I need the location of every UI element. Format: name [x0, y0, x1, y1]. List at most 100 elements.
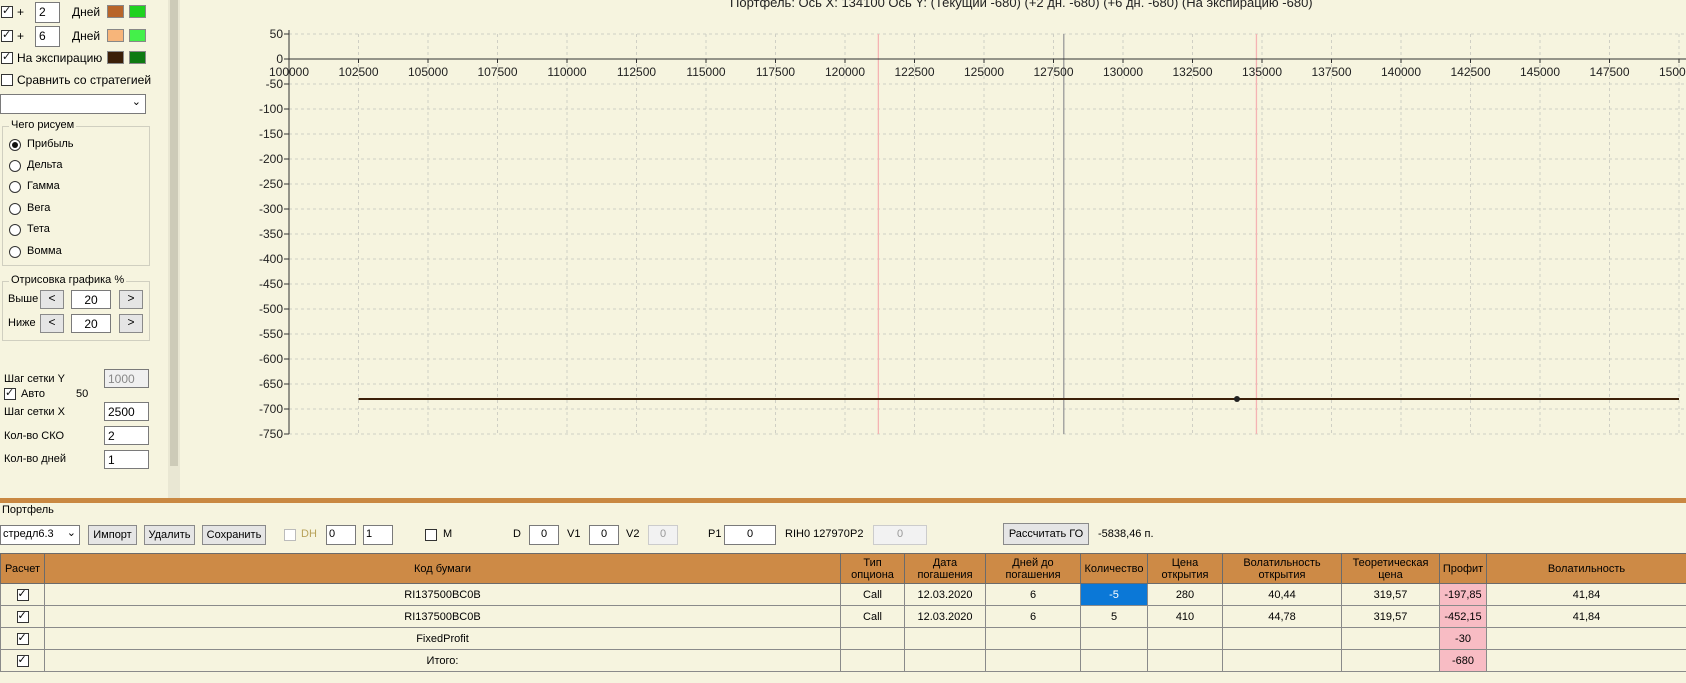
open-vol-cell[interactable]: [1222, 649, 1342, 672]
v2-input[interactable]: 0: [648, 525, 678, 545]
scrollbar-thumb[interactable]: [170, 0, 178, 466]
table-row[interactable]: Итого: -680: [0, 649, 1686, 672]
grid-y-input[interactable]: 1000: [104, 369, 149, 388]
import-button[interactable]: Импорт: [88, 525, 137, 545]
col-header-days-to-expiry[interactable]: Дней до погашения: [985, 553, 1081, 584]
days-cell[interactable]: 6: [985, 605, 1081, 628]
calc-checkbox[interactable]: [16, 587, 29, 601]
p1-input[interactable]: 0: [724, 525, 776, 545]
col-header-open-vol[interactable]: Волатильность открытия: [1222, 553, 1342, 584]
open-price-cell[interactable]: [1147, 649, 1223, 672]
vol-cell[interactable]: [1486, 649, 1686, 672]
radio-vega[interactable]: [9, 203, 21, 215]
expiry-date-cell[interactable]: 12.03.2020: [904, 605, 986, 628]
v1-input[interactable]: 0: [589, 525, 619, 545]
open-vol-cell[interactable]: [1222, 627, 1342, 650]
col-header-theo-price[interactable]: Теоретическая цена: [1341, 553, 1440, 584]
open-price-cell[interactable]: [1147, 627, 1223, 650]
radio-theta[interactable]: [9, 224, 21, 236]
dh-spinner-1[interactable]: 0: [326, 525, 356, 545]
col-header-expiry-date[interactable]: Дата погашения: [904, 553, 986, 584]
radio-vomma[interactable]: [9, 246, 21, 258]
table-row[interactable]: RI137500BC0B Call 12.03.2020 6 -5 280 40…: [0, 583, 1686, 606]
expiry-color-current[interactable]: [107, 51, 124, 64]
m-checkbox[interactable]: [425, 529, 437, 541]
auto-checkbox[interactable]: [4, 386, 16, 400]
above-decrease-button[interactable]: <: [40, 290, 64, 309]
days-count-input[interactable]: 1: [104, 450, 149, 469]
quantity-cell[interactable]: -5: [1080, 583, 1148, 606]
p2-input[interactable]: 0: [873, 525, 927, 545]
strategy-select[interactable]: стредл6.3 ⌄: [0, 525, 80, 545]
expiry-date-cell[interactable]: [904, 649, 986, 672]
quantity-cell[interactable]: [1080, 649, 1148, 672]
col-header-profit[interactable]: Профит: [1439, 553, 1487, 584]
calc-checkbox[interactable]: [16, 631, 29, 645]
days-6-input[interactable]: 6: [35, 26, 60, 47]
calculate-margin-button[interactable]: Рассчитать ГО: [1003, 523, 1089, 545]
days-2-input[interactable]: 2: [35, 2, 60, 23]
expiry-date-cell[interactable]: [904, 627, 986, 650]
code-cell[interactable]: RI137500BC0B: [44, 583, 841, 606]
radio-delta[interactable]: [9, 160, 21, 172]
type-cell[interactable]: Call: [840, 605, 905, 628]
theo-price-cell[interactable]: [1341, 649, 1440, 672]
col-header-calc[interactable]: Расчет: [0, 553, 45, 584]
open-vol-cell[interactable]: 44,78: [1222, 605, 1342, 628]
days-cell[interactable]: 6: [985, 583, 1081, 606]
code-cell[interactable]: RI137500BC0B: [44, 605, 841, 628]
days-cell[interactable]: [985, 649, 1081, 672]
grid-x-input[interactable]: 2500: [104, 402, 149, 421]
open-price-cell[interactable]: 280: [1147, 583, 1223, 606]
compare-strategy-select[interactable]: ⌄: [0, 94, 146, 114]
calc-cell[interactable]: [0, 627, 45, 650]
days-2-color-alt[interactable]: [129, 5, 146, 18]
below-decrease-button[interactable]: <: [40, 314, 64, 333]
sko-input[interactable]: 2: [104, 426, 149, 445]
below-input[interactable]: 20: [71, 314, 111, 333]
col-header-open-price[interactable]: Цена открытия: [1147, 553, 1223, 584]
dh-checkbox[interactable]: [284, 529, 296, 541]
compare-checkbox[interactable]: [1, 74, 13, 86]
quantity-cell[interactable]: 5: [1080, 605, 1148, 628]
days-2-color-current[interactable]: [107, 5, 124, 18]
above-increase-button[interactable]: >: [119, 290, 143, 309]
d-input[interactable]: 0: [529, 525, 559, 545]
type-cell[interactable]: Call: [840, 583, 905, 606]
days-6-color-current[interactable]: [107, 29, 124, 42]
payoff-chart[interactable]: 50 0 -50 -100 -150 -200 -250 -300 -350 -400 -450 -5…: [188, 0, 1686, 498]
open-price-cell[interactable]: 410: [1147, 605, 1223, 628]
profit-cell[interactable]: -197,85: [1439, 583, 1487, 606]
vol-cell[interactable]: [1486, 627, 1686, 650]
theo-price-cell[interactable]: 319,57: [1341, 605, 1440, 628]
theo-price-cell[interactable]: 319,57: [1341, 583, 1440, 606]
col-header-vol[interactable]: Волатильность: [1486, 553, 1686, 584]
col-header-type[interactable]: Тип опциона: [840, 553, 905, 584]
above-input[interactable]: 20: [71, 290, 111, 309]
calc-cell[interactable]: [0, 605, 45, 628]
profit-cell[interactable]: -30: [1439, 627, 1487, 650]
calc-cell[interactable]: [0, 583, 45, 606]
days-6-checkbox[interactable]: [1, 28, 13, 42]
table-row[interactable]: RI137500BC0B Call 12.03.2020 6 5 410 44,…: [0, 605, 1686, 628]
expiry-date-cell[interactable]: 12.03.2020: [904, 583, 986, 606]
delete-button[interactable]: Удалить: [144, 525, 195, 545]
vol-cell[interactable]: 41,84: [1486, 605, 1686, 628]
table-row[interactable]: FixedProfit -30: [0, 627, 1686, 650]
days-6-color-alt[interactable]: [129, 29, 146, 42]
profit-cell[interactable]: -680: [1439, 649, 1487, 672]
panel-divider[interactable]: [0, 498, 1686, 503]
open-vol-cell[interactable]: 40,44: [1222, 583, 1342, 606]
calc-cell[interactable]: [0, 649, 45, 672]
code-cell[interactable]: Итого:: [44, 649, 841, 672]
col-header-code[interactable]: Код бумаги: [44, 553, 841, 584]
calc-checkbox[interactable]: [16, 653, 29, 667]
days-2-checkbox[interactable]: [1, 4, 13, 18]
expiry-color-alt[interactable]: [129, 51, 146, 64]
quantity-cell[interactable]: [1080, 627, 1148, 650]
vol-cell[interactable]: 41,84: [1486, 583, 1686, 606]
below-increase-button[interactable]: >: [119, 314, 143, 333]
expiry-checkbox[interactable]: [1, 50, 13, 64]
calc-checkbox[interactable]: [16, 609, 29, 623]
theo-price-cell[interactable]: [1341, 627, 1440, 650]
